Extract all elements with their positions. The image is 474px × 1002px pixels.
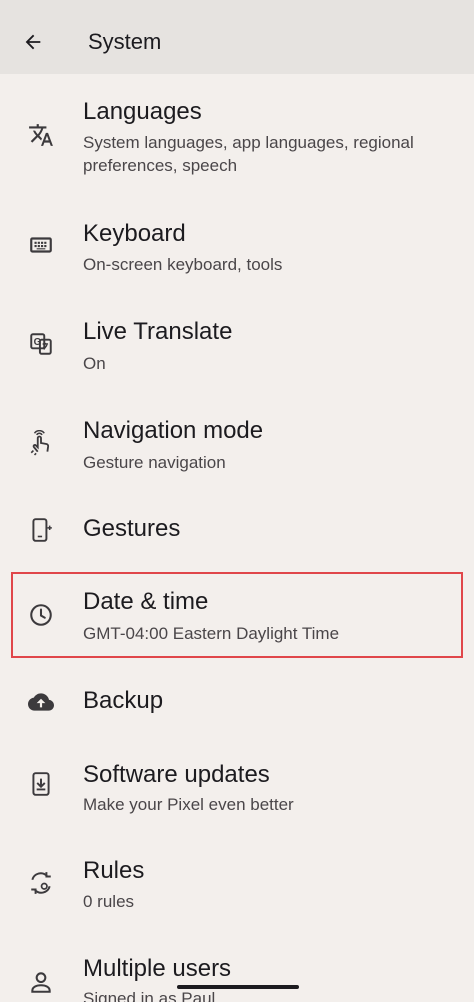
settings-item-label: Keyboard — [83, 220, 186, 247]
translate-icon — [24, 118, 58, 152]
settings-item-label: Live Translate — [83, 318, 233, 345]
rules-icon — [24, 866, 58, 900]
keyboard-icon — [24, 228, 58, 262]
person-icon — [24, 965, 58, 999]
settings-item-summary: Signed in as Paul — [83, 989, 216, 1002]
settings-item-summary: On-screen keyboard, tools — [83, 255, 283, 274]
system-update-icon — [24, 767, 58, 801]
settings-item-multiple-users[interactable]: Multiple users Signed in as Paul — [0, 947, 474, 1002]
arrow-back-icon — [25, 34, 41, 50]
gesture-hand-icon — [24, 426, 58, 460]
settings-item-label: Languages — [83, 98, 202, 125]
settings-item-summary: Gesture navigation — [83, 453, 226, 472]
settings-item-backup[interactable]: Backup — [0, 678, 474, 728]
settings-item-software-updates[interactable]: Software updates Make your Pixel even be… — [0, 752, 474, 832]
settings-item-live-translate[interactable]: G Live Translate On — [0, 310, 474, 390]
cloud-upload-icon — [24, 685, 58, 719]
settings-item-gestures[interactable]: Gestures — [0, 505, 474, 555]
settings-item-label: Rules — [83, 857, 145, 884]
settings-item-summary: On — [83, 354, 106, 373]
back-button[interactable] — [13, 22, 53, 62]
top-app-bar: System — [0, 0, 474, 74]
settings-item-keyboard[interactable]: Keyboard On-screen keyboard, tools — [0, 210, 474, 290]
live-translate-icon: G — [24, 327, 58, 361]
gesture-nav-handle[interactable] — [177, 985, 299, 989]
settings-item-summary: Make your Pixel even better — [83, 795, 294, 814]
page-title: System — [88, 29, 162, 54]
settings-item-label: Backup — [83, 687, 164, 714]
selection-highlight — [11, 572, 463, 658]
settings-item-summary: System languages, app languages, regiona… — [83, 133, 414, 175]
settings-item-navigation-mode[interactable]: Navigation mode Gesture navigation — [0, 410, 474, 490]
phone-gestures-icon — [24, 513, 58, 547]
settings-item-label: Navigation mode — [83, 417, 264, 444]
settings-item-label: Gestures — [83, 515, 181, 542]
settings-item-languages[interactable]: Languages System languages, app language… — [0, 90, 474, 190]
settings-item-label: Software updates — [83, 761, 270, 788]
settings-item-rules[interactable]: Rules 0 rules — [0, 848, 474, 928]
settings-item-label: Multiple users — [83, 955, 232, 982]
settings-item-summary: 0 rules — [83, 892, 135, 911]
